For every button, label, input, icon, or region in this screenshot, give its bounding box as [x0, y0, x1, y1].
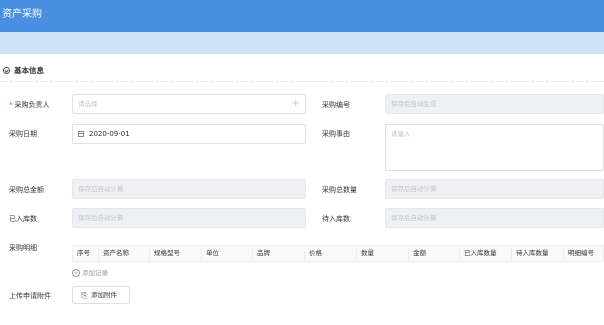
reason-placeholder: 请输入: [391, 130, 411, 138]
section-title: 基本信息: [14, 66, 44, 75]
details-table-header: 序号 资产名称 规格型号 单位 品牌 价格 数量 金额 已入库数量 待入库数量 …: [72, 245, 604, 262]
stored-placeholder: 保存后自动计算: [78, 214, 124, 222]
chevron-circle-icon[interactable]: [3, 67, 10, 74]
purchaser-placeholder: 请选择: [78, 100, 98, 108]
purchaser-label: * 采购负责人: [9, 100, 50, 110]
stored-label: 已入库数: [9, 215, 37, 223]
page-title: 资产采购: [2, 9, 42, 20]
add-record-label: 添加记录: [82, 269, 108, 277]
total-qty-placeholder: 保存后自动计算: [391, 185, 437, 193]
total-amount-field: 保存后自动计算: [72, 179, 306, 199]
table-header-cell: 资产名称: [99, 246, 150, 261]
add-attachment-button[interactable]: ⎘ 添加附件: [72, 286, 130, 304]
required-mark: *: [9, 101, 13, 109]
purchase-no-field: 保存后自动生成: [385, 94, 604, 114]
stored-field: 保存后自动计算: [72, 208, 306, 228]
section-header-basic-info[interactable]: 基本信息: [0, 64, 604, 82]
purchase-date-label: 采购日期: [9, 130, 37, 138]
table-header-cell: 待入库数量: [512, 246, 564, 261]
reason-label: 采购事由: [322, 130, 350, 138]
purchaser-label-text: 采购负责人: [14, 101, 50, 109]
table-header-cell: 序号: [73, 246, 99, 261]
pending-placeholder: 保存后自动计算: [391, 214, 437, 222]
add-attachment-label: 添加附件: [91, 291, 117, 299]
table-header-cell: 规格型号: [150, 246, 202, 261]
table-header-cell: 明细编号: [568, 249, 594, 257]
table-header-cell: 已入库数量: [460, 246, 512, 261]
sub-header-bar: [0, 32, 604, 54]
plus-icon[interactable]: +: [292, 97, 300, 111]
total-amount-label: 采购总金额: [9, 186, 44, 194]
pending-field: 保存后自动计算: [385, 208, 604, 228]
details-label: 采购明细: [9, 244, 37, 252]
total-qty-label: 采购总数量: [322, 186, 357, 194]
total-amount-placeholder: 保存后自动计算: [78, 185, 124, 193]
pending-label: 待入库数: [322, 215, 350, 223]
add-record-link[interactable]: + 添加记录: [72, 268, 108, 278]
app-header: 资产采购: [0, 0, 604, 32]
purchase-date-value: 2020-09-01: [89, 130, 130, 138]
attachment-label: 上传申请附件: [9, 292, 51, 300]
purchase-date-picker[interactable]: 2020-09-01: [72, 124, 306, 144]
paperclip-icon: ⎘: [81, 291, 88, 300]
table-header-cell: 数量: [357, 246, 409, 261]
table-header-cell: 单位: [202, 246, 253, 261]
total-qty-field: 保存后自动计算: [385, 179, 604, 199]
table-header-cell: 金额: [409, 246, 460, 261]
table-header-cell: 价格: [305, 246, 357, 261]
reason-textarea[interactable]: 请输入: [385, 124, 604, 171]
plus-circle-icon: +: [72, 269, 80, 277]
purchase-no-placeholder: 保存后自动生成: [391, 100, 437, 108]
purchaser-select[interactable]: 请选择 +: [72, 94, 306, 114]
calendar-icon: [78, 131, 84, 137]
table-header-cell: 品牌: [253, 246, 305, 261]
purchase-no-label: 采购编号: [322, 101, 350, 109]
